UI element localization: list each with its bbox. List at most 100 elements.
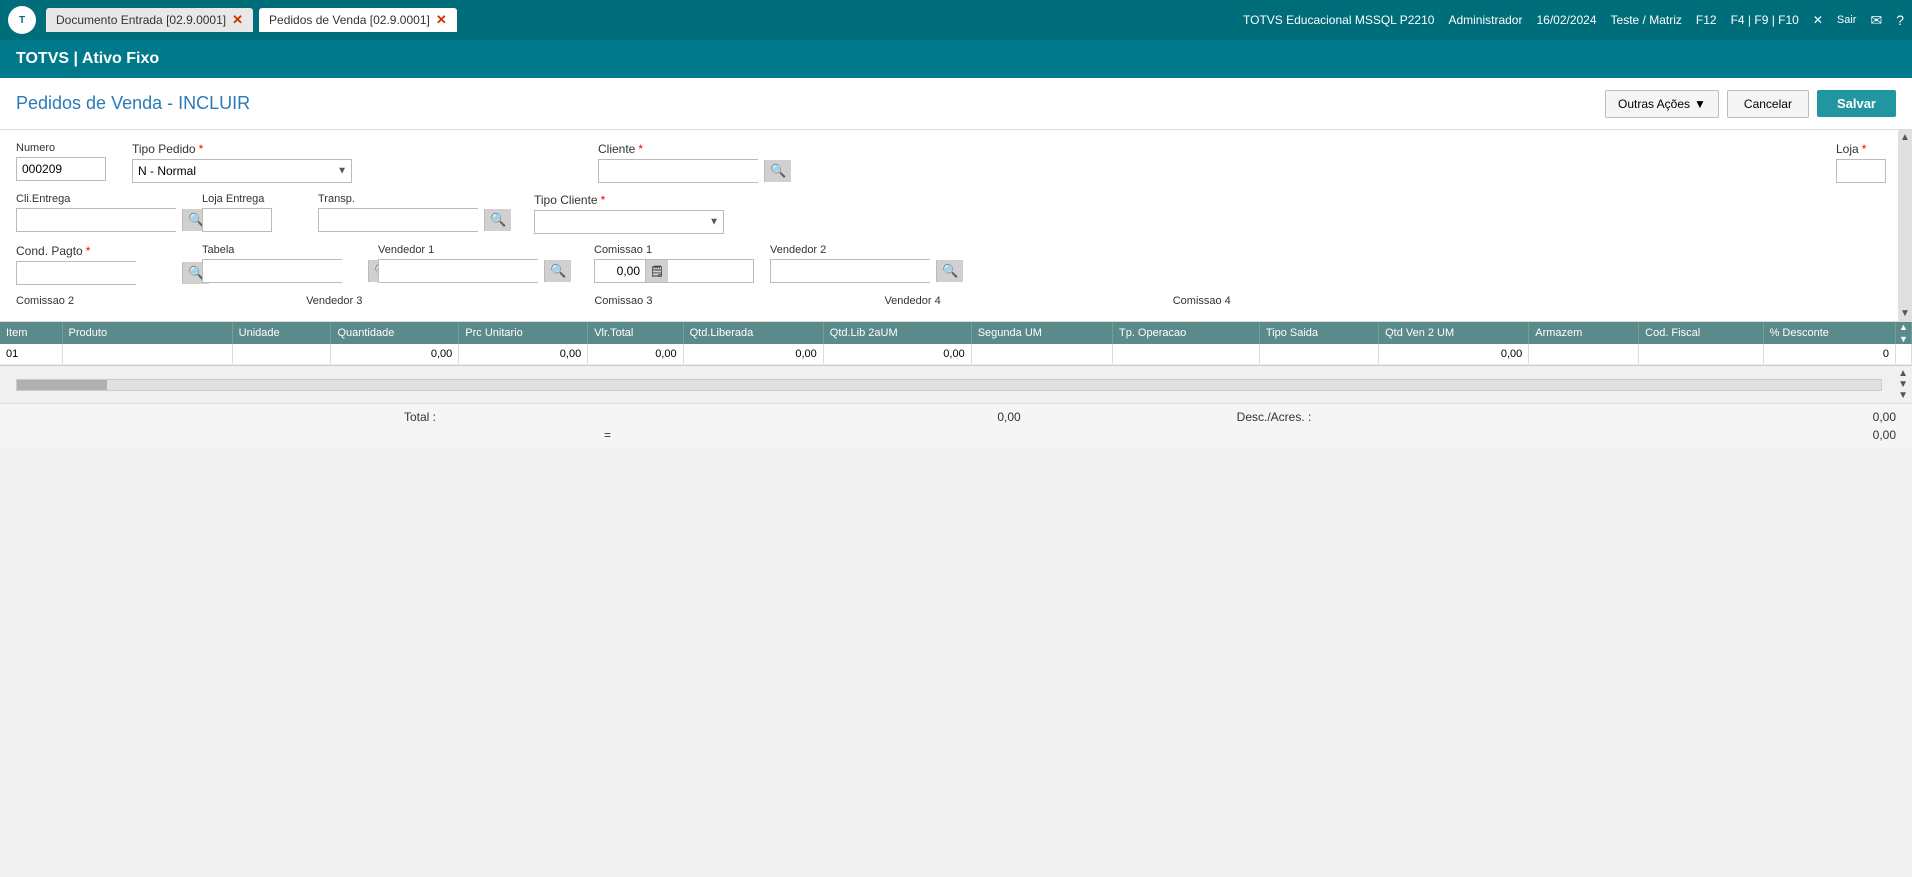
help-icon[interactable]: ?	[1896, 12, 1904, 28]
loja-entrega-input[interactable]	[202, 208, 272, 232]
scroll-down-arrow[interactable]: ▼	[1900, 308, 1910, 319]
transp-input[interactable]	[319, 209, 484, 231]
table-row[interactable]: 01 0,00 0,00 0,00 0,00 0,00 0,00 0	[0, 344, 1912, 365]
col-pct-desconte: % Desconte	[1763, 322, 1895, 344]
date-label: 16/02/2024	[1536, 13, 1596, 27]
h-scroll-thumb[interactable]	[17, 380, 107, 390]
exit-button[interactable]: Sair	[1837, 14, 1857, 26]
vendedor1-input[interactable]	[379, 260, 544, 282]
transp-search-button[interactable]: 🔍	[484, 209, 511, 231]
top-bar: T Documento Entrada [02.9.0001] ✕ Pedido…	[0, 0, 1912, 40]
tab-pedidos-venda[interactable]: Pedidos de Venda [02.9.0001] ✕	[259, 8, 457, 32]
app-title: TOTVS | Ativo Fixo	[16, 50, 159, 68]
cliente-search-button[interactable]: 🔍	[764, 160, 791, 182]
outras-acoes-button[interactable]: Outras Ações ▼	[1605, 90, 1719, 118]
vendedor2-input-wrap[interactable]: 🔍	[770, 259, 930, 283]
cell-quantidade: 0,00	[331, 344, 459, 365]
transp-input-wrap[interactable]: 🔍	[318, 208, 478, 232]
tipo-cliente-select-wrap[interactable]: Revendedor Consumidor ▼	[534, 210, 724, 234]
comissao1-group: Comissao 1 🗒	[594, 244, 754, 283]
vendedor1-search-button[interactable]: 🔍	[544, 260, 571, 282]
grid-right-arrow-down[interactable]: ▼	[1898, 379, 1908, 390]
grid-scroll-up[interactable]: ▲	[1899, 322, 1908, 332]
comissao2-label: Comissao 2	[16, 295, 74, 307]
cond-pagto-group: Cond. Pagto * 🔍	[16, 244, 186, 285]
col-vlr-total: Vlr.Total	[588, 322, 683, 344]
vendedor1-group: Vendedor 1 🔍	[378, 244, 578, 283]
numero-input[interactable]	[16, 157, 106, 181]
tipo-pedido-select[interactable]: N - Normal E - Especial B - Bonificacao	[133, 160, 351, 182]
total-label: Total :	[404, 410, 436, 424]
scroll-up-arrow[interactable]: ▲	[1900, 132, 1910, 143]
grid-body: 01 0,00 0,00 0,00 0,00 0,00 0,00 0	[0, 344, 1912, 365]
equals-value: 0,00	[1836, 428, 1896, 442]
total-value: 0,00	[961, 410, 1021, 424]
grid-scroll-down[interactable]: ▼	[1899, 334, 1908, 344]
col-tipo-saida: Tipo Saida	[1259, 322, 1378, 344]
comissao1-input-wrap[interactable]: 🗒	[594, 259, 754, 283]
grid-area: Item Produto Unidade Quantidade Prc Unit…	[0, 322, 1912, 365]
vendedor2-search-button[interactable]: 🔍	[936, 260, 963, 282]
comissao3-label: Comissao 3	[594, 295, 652, 307]
vendedor2-input[interactable]	[771, 260, 936, 282]
comissao1-calc-button[interactable]: 🗒	[645, 260, 668, 282]
transp-label: Transp.	[318, 193, 518, 205]
system-label: TOTVS Educacional MSSQL P2210	[1243, 13, 1434, 27]
cell-qtd-liberada: 0,00	[683, 344, 823, 365]
vendedor1-input-wrap[interactable]: 🔍	[378, 259, 538, 283]
cli-entrega-input[interactable]	[17, 209, 182, 231]
vendedor2-search-icon: 🔍	[942, 263, 958, 279]
loja-label: Loja *	[1836, 142, 1896, 156]
transp-search-icon: 🔍	[490, 212, 506, 228]
app-logo: T	[8, 6, 36, 34]
grid-table: Item Produto Unidade Quantidade Prc Unit…	[0, 322, 1912, 365]
tab-doc-entrada-label: Documento Entrada [02.9.0001]	[56, 13, 226, 27]
mail-icon[interactable]: ✉	[1870, 12, 1882, 29]
vendedor2-group: Vendedor 2 🔍	[770, 244, 970, 283]
vendedor2-label: Vendedor 2	[770, 244, 970, 256]
tabela-input-wrap[interactable]: 🔍	[202, 259, 342, 283]
vendedor4-label: Vendedor 4	[884, 295, 940, 307]
grid-right-arrow-panel: ▲ ▼ ▼	[1898, 368, 1908, 401]
tipo-pedido-label: Tipo Pedido *	[132, 142, 362, 156]
cancelar-button[interactable]: Cancelar	[1727, 90, 1809, 118]
tab-pedidos-venda-label: Pedidos de Venda [02.9.0001]	[269, 13, 430, 27]
keys-label: F4 | F9 | F10	[1731, 13, 1799, 27]
page-header: Pedidos de Venda - INCLUIR Outras Ações …	[0, 78, 1912, 130]
cond-pagto-input-wrap[interactable]: 🔍	[16, 261, 136, 285]
footer-area: Total : 0,00 Desc./Acres. : 0,00 = 0,00	[0, 403, 1912, 448]
tipo-cliente-select[interactable]: Revendedor Consumidor	[535, 211, 723, 233]
cliente-group: Cliente * 🔍	[598, 142, 1812, 183]
exit-icon: ✕	[1813, 13, 1823, 27]
form-scrollbar[interactable]: ▲ ▼	[1898, 130, 1912, 321]
grid-header-row: Item Produto Unidade Quantidade Prc Unit…	[0, 322, 1912, 344]
salvar-button[interactable]: Salvar	[1817, 90, 1896, 117]
tipo-pedido-select-wrap[interactable]: N - Normal E - Especial B - Bonificacao …	[132, 159, 352, 183]
tab-doc-entrada-close[interactable]: ✕	[232, 12, 243, 28]
loja-input[interactable]	[1836, 159, 1886, 183]
dropdown-arrow-icon: ▼	[1694, 97, 1706, 111]
cell-vlr-total: 0,00	[588, 344, 683, 365]
tab-doc-entrada[interactable]: Documento Entrada [02.9.0001] ✕	[46, 8, 253, 32]
cond-pagto-input[interactable]	[17, 262, 182, 284]
tabela-group: Tabela 🔍	[202, 244, 362, 283]
cell-item: 01	[0, 344, 62, 365]
cell-tp-operacao	[1112, 344, 1259, 365]
cell-produto-input[interactable]	[69, 348, 149, 360]
grid-right-arrow-up[interactable]: ▲	[1898, 368, 1908, 379]
cliente-input[interactable]	[599, 160, 764, 182]
cli-entrega-input-wrap[interactable]: 🔍	[16, 208, 176, 232]
grid-scroll-header: ▲ ▼	[1896, 322, 1912, 344]
cell-produto[interactable]	[62, 344, 232, 365]
tabela-input[interactable]	[203, 260, 368, 282]
vendedor3-label: Vendedor 3	[306, 295, 362, 307]
col-qtd-liberada: Qtd.Liberada	[683, 322, 823, 344]
loja-group: Loja *	[1836, 142, 1896, 183]
cliente-input-wrap[interactable]: 🔍	[598, 159, 758, 183]
grid-right-arrow-more[interactable]: ▼	[1898, 390, 1908, 401]
comissao1-input[interactable]	[595, 260, 645, 282]
col-segunda-um: Segunda UM	[971, 322, 1112, 344]
loja-entrega-group: Loja Entrega	[202, 193, 302, 232]
tab-pedidos-venda-close[interactable]: ✕	[436, 12, 447, 28]
h-scrollbar[interactable]	[16, 379, 1882, 391]
